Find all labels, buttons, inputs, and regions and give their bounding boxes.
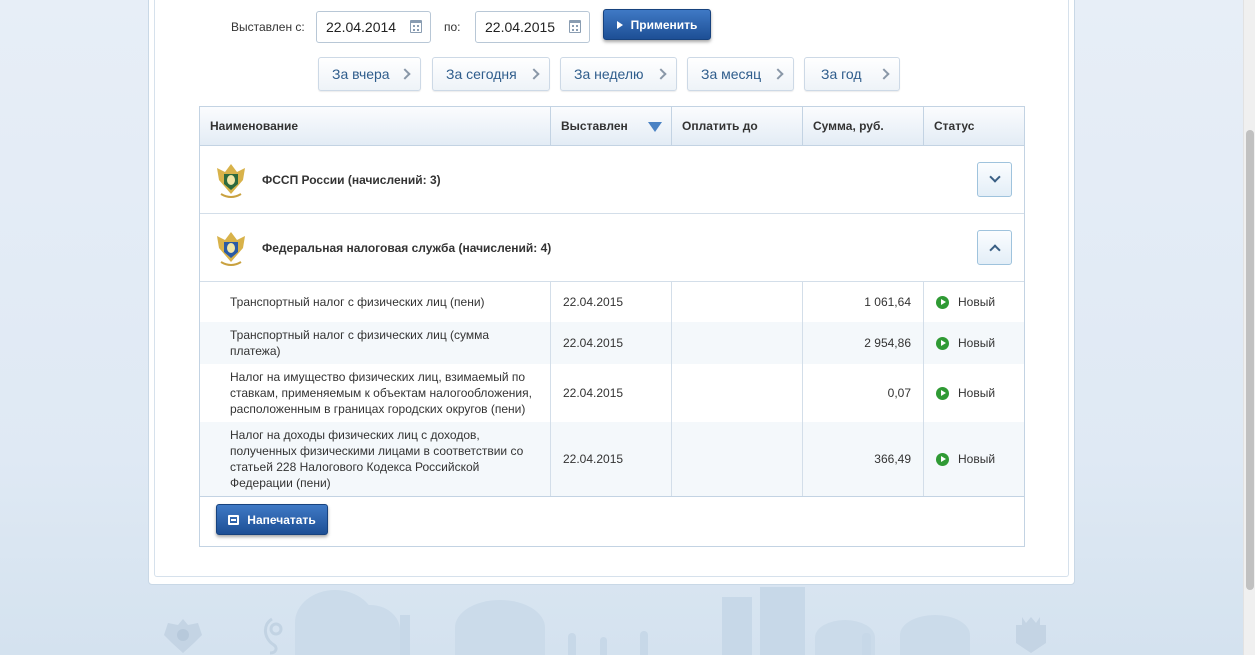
row-status-label: Новый	[958, 336, 996, 350]
row-pay-until	[672, 364, 803, 422]
table-row[interactable]: Транспортный налог с физических лиц (пен…	[200, 282, 1024, 322]
fssp-emblem-icon	[217, 164, 245, 198]
column-header-amount[interactable]: Сумма, руб.	[803, 107, 924, 145]
print-button[interactable]: Напечатать	[216, 504, 328, 535]
period-yesterday-label: За вчера	[332, 66, 390, 82]
column-header-pay-until[interactable]: Оплатить до	[672, 107, 803, 145]
date-from-field[interactable]: 22.04.2014	[316, 11, 431, 43]
group-title-fssp: ФССП России (начислений: 3)	[262, 173, 441, 187]
collapse-group-button[interactable]	[977, 230, 1012, 265]
fns-emblem-icon	[217, 232, 245, 266]
chevron-right-icon	[528, 68, 540, 80]
period-week-button[interactable]: За неделю	[560, 57, 677, 91]
calendar-icon[interactable]	[410, 20, 422, 33]
status-new-icon	[936, 452, 949, 466]
period-year-button[interactable]: За год	[804, 57, 900, 91]
charges-table: Наименование Выставлен Оплатить до Сумма…	[199, 106, 1025, 547]
issued-from-label: Выставлен с:	[231, 20, 305, 34]
row-amount: 2 954,86	[803, 322, 924, 364]
date-from-value: 22.04.2014	[326, 19, 397, 35]
row-name: Налог на доходы физических лиц с доходов…	[200, 422, 551, 496]
row-status: Новый	[924, 322, 1024, 364]
play-icon	[616, 20, 623, 29]
period-year-label: За год	[821, 66, 862, 82]
column-header-name[interactable]: Наименование	[200, 107, 551, 145]
row-issued: 22.04.2015	[551, 422, 672, 496]
status-new-icon	[936, 295, 949, 309]
group-row-fns[interactable]: Федеральная налоговая служба (начислений…	[200, 214, 1024, 282]
row-issued: 22.04.2015	[551, 282, 672, 322]
moscow-region-emblem-icon	[1016, 617, 1046, 653]
column-header-issued-label: Выставлен	[561, 119, 628, 133]
period-month-label: За месяц	[701, 66, 762, 82]
print-button-label: Напечатать	[247, 512, 316, 527]
group-row-fssp[interactable]: ФССП России (начислений: 3)	[200, 146, 1024, 214]
date-to-value: 22.04.2015	[485, 19, 556, 35]
row-status: Новый	[924, 282, 1024, 322]
row-amount: 1 061,64	[803, 282, 924, 322]
sort-descending-icon	[648, 122, 662, 132]
group-title-fns: Федеральная налоговая служба (начислений…	[262, 241, 552, 255]
status-new-icon	[936, 336, 949, 350]
decorative-logo-icon	[264, 617, 283, 655]
period-today-label: За сегодня	[446, 66, 517, 82]
row-amount: 366,49	[803, 422, 924, 496]
table-row[interactable]: Транспортный налог с физических лиц (сум…	[200, 322, 1024, 364]
column-header-amount-label: Сумма, руб.	[813, 119, 884, 133]
row-amount: 0,07	[803, 364, 924, 422]
apply-button[interactable]: Применить	[603, 9, 711, 40]
chevron-down-icon	[989, 171, 1001, 183]
row-pay-until	[672, 282, 803, 322]
russian-coat-of-arms-icon	[164, 619, 202, 653]
table-row[interactable]: Налог на имущество физических лиц, взима…	[200, 364, 1024, 422]
chevron-right-icon	[655, 68, 667, 80]
period-yesterday-button[interactable]: За вчера	[318, 57, 421, 91]
row-status-label: Новый	[958, 386, 996, 400]
date-to-field[interactable]: 22.04.2015	[475, 11, 590, 43]
period-week-label: За неделю	[574, 66, 644, 82]
period-month-button[interactable]: За месяц	[687, 57, 794, 91]
row-issued: 22.04.2015	[551, 322, 672, 364]
row-name: Налог на имущество физических лиц, взима…	[200, 364, 551, 422]
row-pay-until	[672, 422, 803, 496]
row-pay-until	[672, 322, 803, 364]
row-status-label: Новый	[958, 295, 996, 309]
column-header-name-label: Наименование	[210, 119, 299, 133]
period-today-button[interactable]: За сегодня	[432, 57, 550, 91]
printer-icon	[228, 514, 240, 525]
row-issued: 22.04.2015	[551, 364, 672, 422]
scrollbar-thumb[interactable]	[1246, 130, 1254, 590]
table-footer: Напечатать	[200, 496, 1024, 546]
column-header-issued[interactable]: Выставлен	[551, 107, 672, 145]
chevron-right-icon	[878, 68, 890, 80]
column-header-status[interactable]: Статус	[924, 107, 1024, 145]
chevron-right-icon	[399, 68, 411, 80]
row-name: Транспортный налог с физических лиц (сум…	[200, 322, 551, 364]
table-row[interactable]: Налог на доходы физических лиц с доходов…	[200, 422, 1024, 496]
vertical-scrollbar[interactable]	[1243, 0, 1255, 655]
status-new-icon	[936, 386, 949, 400]
calendar-icon[interactable]	[569, 20, 581, 33]
apply-button-label: Применить	[630, 17, 698, 32]
table-header: Наименование Выставлен Оплатить до Сумма…	[200, 107, 1024, 146]
expand-group-button[interactable]	[977, 162, 1012, 197]
column-header-status-label: Статус	[934, 119, 975, 133]
row-status-label: Новый	[958, 452, 996, 466]
issued-to-label: по:	[444, 20, 461, 34]
chevron-right-icon	[772, 68, 784, 80]
row-name: Транспортный налог с физических лиц (пен…	[200, 282, 551, 322]
row-status: Новый	[924, 364, 1024, 422]
row-status: Новый	[924, 422, 1024, 496]
column-header-pay-until-label: Оплатить до	[682, 119, 758, 133]
chevron-up-icon	[989, 244, 1001, 256]
